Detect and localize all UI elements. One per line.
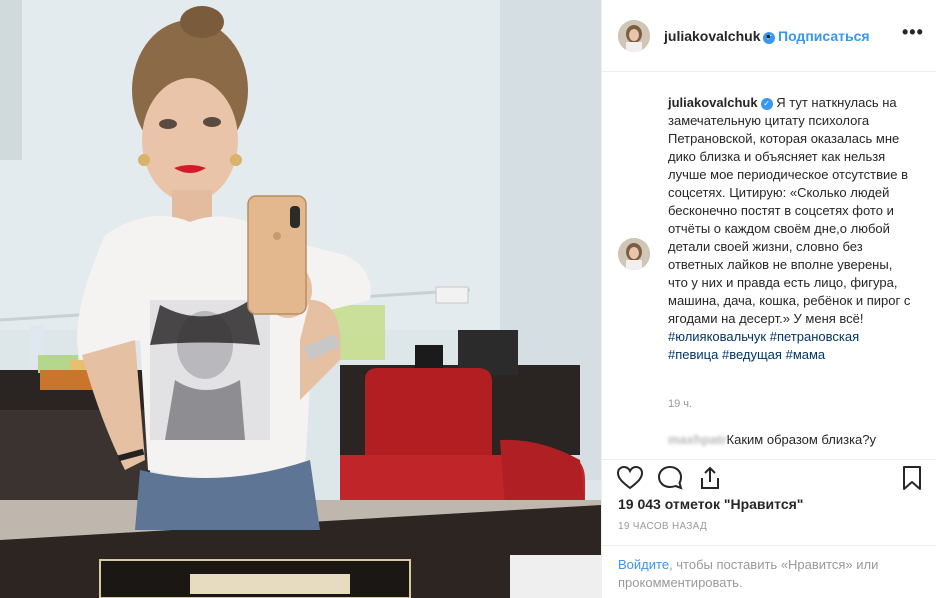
mirror-selfie-image — [0, 0, 601, 598]
login-link[interactable]: Войдите — [618, 557, 669, 572]
comment-item: maxhpatrКаким образом близка?у — [668, 432, 918, 447]
hashtag-link[interactable]: #мама — [786, 347, 826, 362]
hashtag-link[interactable]: #ведущая — [722, 347, 782, 362]
hashtag-link[interactable]: #юлияковальчук — [668, 329, 766, 344]
post-header: juliakovalchuk ✓ • Подписаться ••• — [602, 0, 936, 72]
login-prompt: Войдите, чтобы поставить «Нравится» или … — [602, 545, 936, 598]
caption-time[interactable]: 19 ч. — [668, 398, 692, 410]
post-photo[interactable] — [0, 0, 601, 598]
share-icon[interactable] — [696, 464, 724, 492]
avatar-image — [618, 238, 650, 270]
caption-author-avatar[interactable] — [618, 238, 650, 270]
likes-count[interactable]: 19 043 отметок "Нравится" — [618, 496, 803, 512]
heart-icon[interactable] — [616, 464, 644, 492]
hashtag-link[interactable]: #петрановская — [770, 329, 859, 344]
post-caption: juliakovalchuk ✓ Я тут наткнулась на заме… — [668, 94, 913, 364]
action-bar — [602, 459, 936, 493]
hashtag-link[interactable]: #певица — [668, 347, 718, 362]
login-prompt-text: Войдите, чтобы поставить «Нравится» или … — [618, 556, 918, 592]
author-username[interactable]: juliakovalchuk — [664, 28, 760, 44]
comments-list[interactable]: juliakovalchuk ✓ Я тут наткнулась на заме… — [602, 72, 936, 459]
caption-username[interactable]: juliakovalchuk — [668, 95, 758, 110]
author-avatar[interactable] — [618, 20, 650, 52]
caption-text: Я тут наткнулась на замечательную цитату… — [668, 95, 911, 326]
follow-separator: • — [766, 28, 771, 44]
comment-username[interactable]: maxhpatr — [668, 432, 727, 447]
follow-button[interactable]: Подписаться — [778, 28, 870, 44]
comment-icon[interactable] — [656, 464, 684, 492]
verified-badge-icon: ✓ — [760, 98, 773, 110]
author-username-link[interactable]: juliakovalchuk ✓ — [664, 28, 776, 44]
post-timestamp[interactable]: 19 ЧАСОВ НАЗАД — [618, 521, 707, 532]
post-side-panel: juliakovalchuk ✓ • Подписаться ••• juliak… — [601, 0, 936, 598]
more-options-icon[interactable]: ••• — [902, 22, 924, 43]
avatar-image — [618, 20, 650, 52]
comment-text: Каким образом близка?у — [726, 432, 877, 447]
bookmark-icon[interactable] — [898, 464, 926, 492]
